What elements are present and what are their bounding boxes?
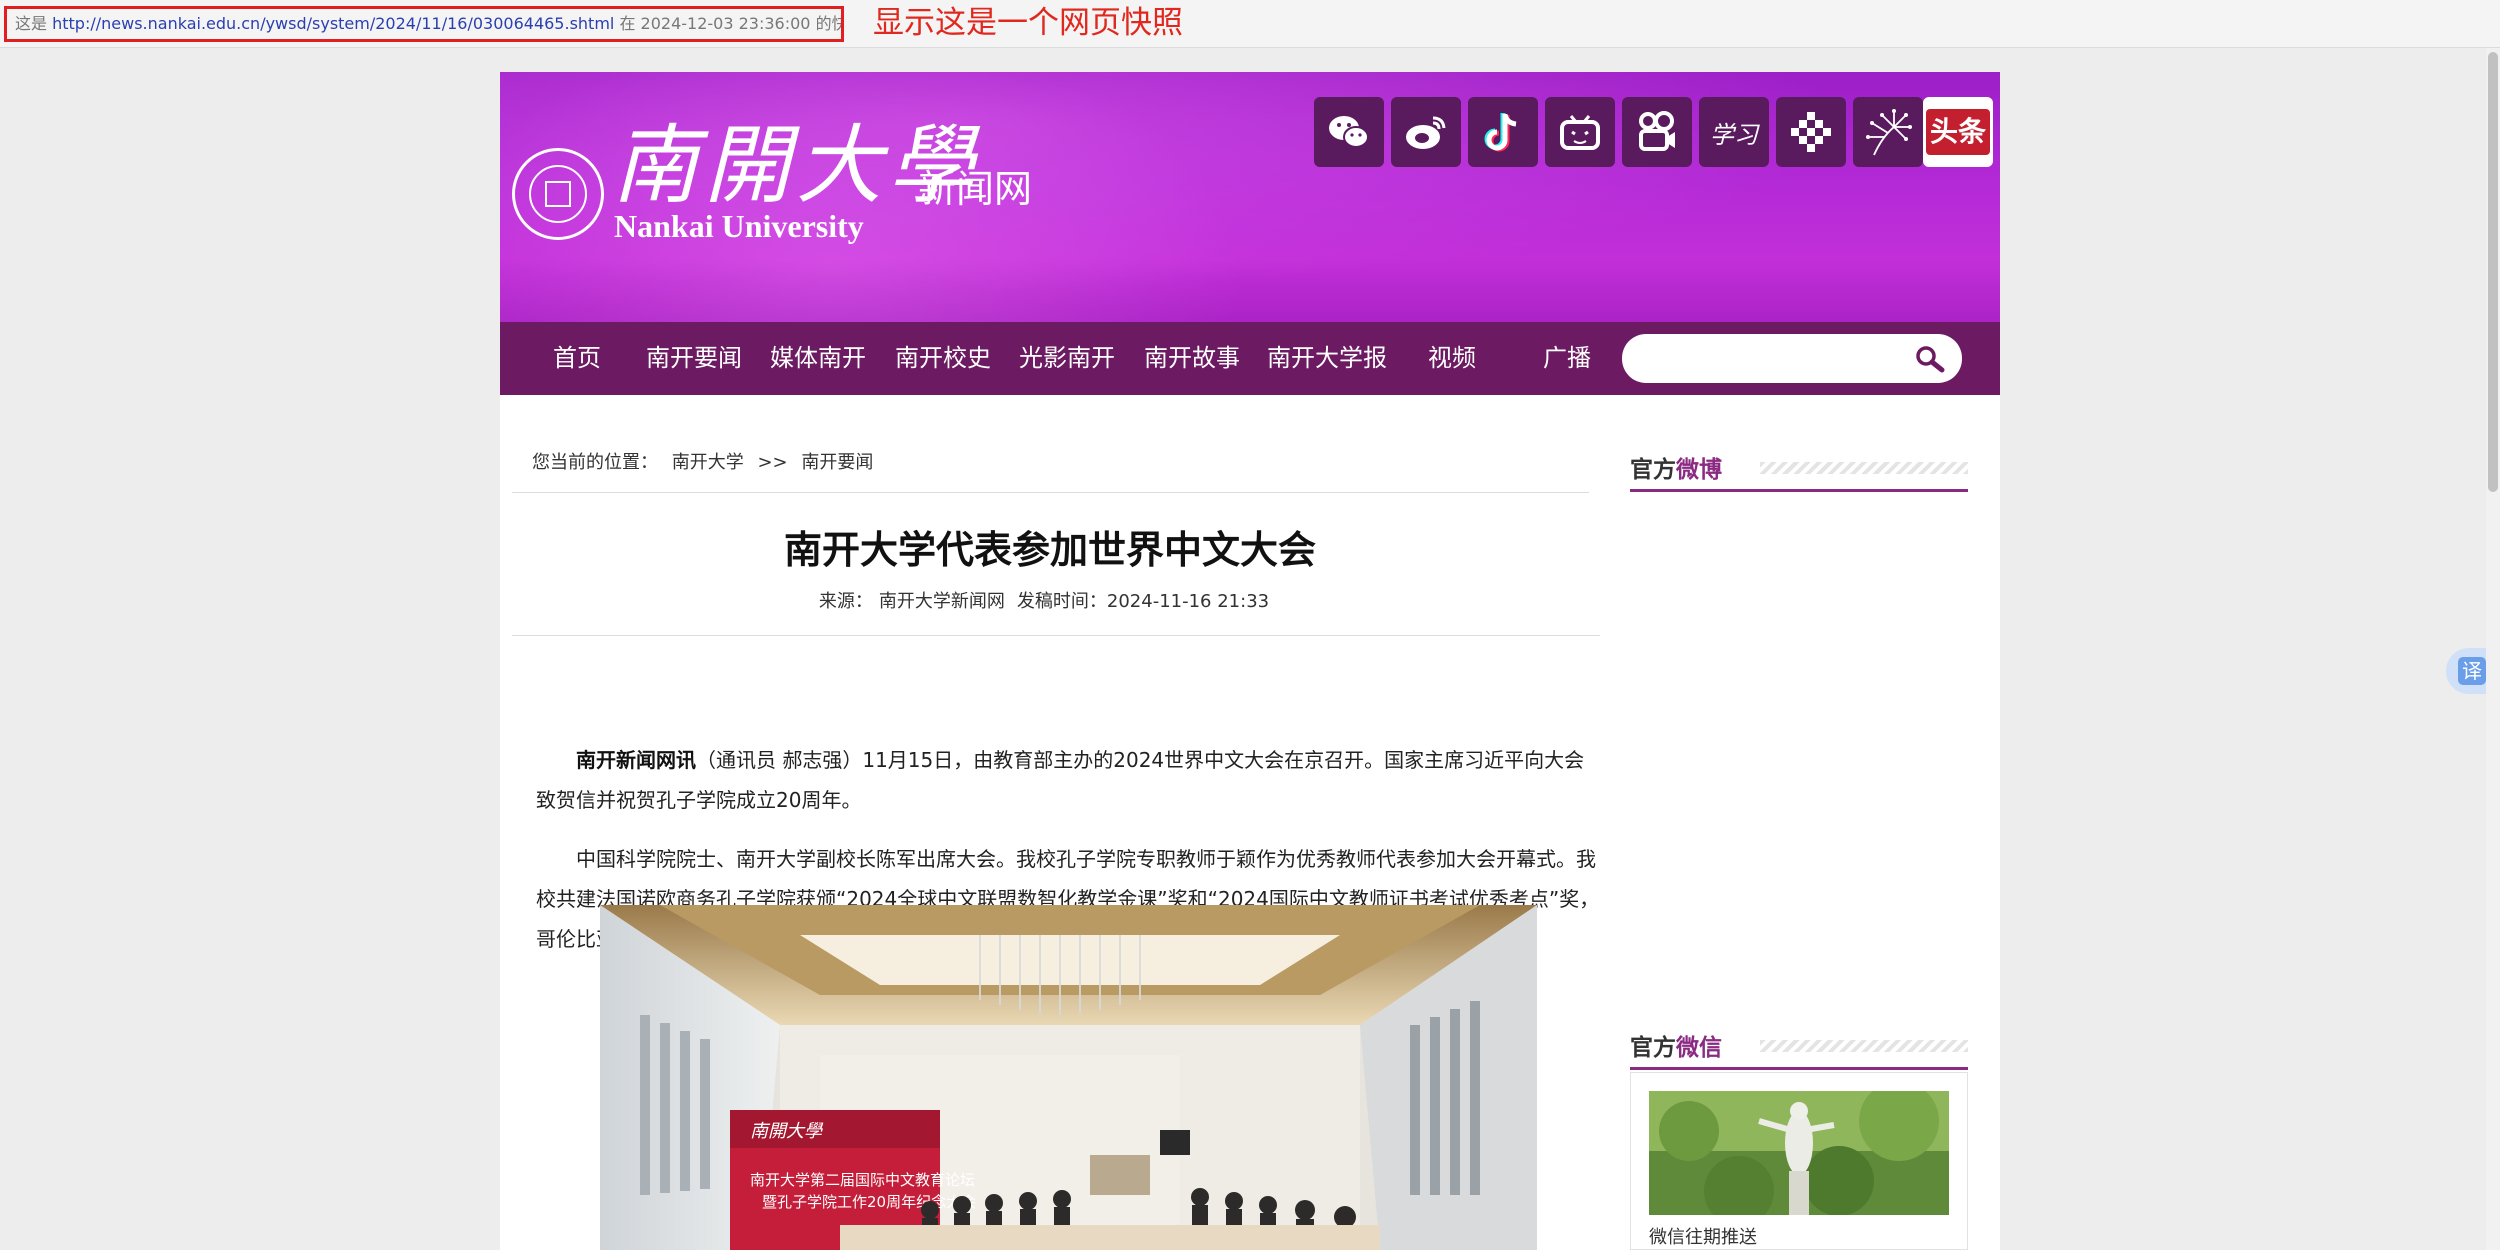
bilibili-icon[interactable] (1545, 97, 1615, 167)
kuaishou-icon[interactable] (1622, 97, 1692, 167)
page-container: 南開大學 Nankai University 新闻网 学习 头条 首页 南开要闻… (500, 72, 2000, 1250)
breadcrumb-item-news[interactable]: 南开要闻 (801, 452, 873, 473)
nav-item-newspaper[interactable]: 南开大学报 (1267, 322, 1387, 395)
logo-english-name[interactable]: Nankai University (614, 206, 864, 246)
snapshot-url-link[interactable]: http://news.nankai.edu.cn/ywsd/system/20… (52, 14, 614, 33)
snapshot-suffix: 的快照 (815, 14, 841, 33)
nav-item-media[interactable]: 媒体南开 (770, 322, 866, 395)
divider (512, 492, 1589, 493)
search-icon[interactable] (1914, 344, 1946, 376)
photo-banner-line1: 南开大学第二届国际中文教育论坛 (750, 1171, 975, 1189)
article-paragraph-1: 南开新闻网讯（通讯员 郝志强）11月15日，由教育部主办的2024世界中文大会在… (536, 740, 1602, 820)
wechat-thumbnail[interactable] (1649, 1091, 1949, 1215)
article-title: 南开大学代表参加世界中文大会 (783, 528, 1316, 572)
nav-item-home[interactable]: 首页 (553, 322, 601, 395)
dandelion-icon[interactable] (1853, 97, 1923, 167)
date-label: 发稿时间： (1016, 591, 1107, 612)
nav-item-radio[interactable]: 广播 (1543, 322, 1591, 395)
photo-banner-line2: 暨孔子学院工作20周年纪念大会 (762, 1193, 976, 1211)
search-input[interactable] (1642, 342, 1906, 376)
toutiao-icon[interactable]: 头条 (1923, 97, 1993, 167)
scrollbar-thumb[interactable] (2488, 52, 2498, 492)
wechat-section-header: 官方微信 (1630, 1020, 1968, 1070)
wechat-title-b: 微信 (1676, 1035, 1722, 1061)
wechat-section-title: 官方微信 (1630, 1028, 1722, 1062)
paragraph-lead: 南开新闻网讯 (576, 748, 696, 772)
snapshot-prefix: 这是 (15, 14, 48, 33)
source-label: 来源： (818, 591, 873, 612)
wechat-card[interactable]: 微信往期推送 (1630, 1072, 1968, 1250)
dots-app-icon[interactable] (1776, 97, 1846, 167)
weibo-title-a: 官方 (1630, 457, 1676, 483)
weibo-title-b: 微博 (1676, 457, 1722, 483)
xuexi-label: 学习 (1710, 120, 1758, 149)
divider (512, 635, 1600, 636)
article-date: 2024-11-16 21:33 (1106, 591, 1270, 612)
wechat-caption[interactable]: 微信往期推送 (1649, 1223, 1757, 1249)
nav-item-stories[interactable]: 南开故事 (1144, 322, 1240, 395)
university-seal-logo[interactable] (512, 148, 604, 240)
snapshot-info: 这是 http://news.nankai.edu.cn/ywsd/system… (4, 6, 844, 42)
article-photo: 南開大學 南开大学第二届国际中文教育论坛 暨孔子学院工作20周年纪念大会 (600, 905, 1537, 1250)
nav-item-photos[interactable]: 光影南开 (1019, 322, 1115, 395)
douyin-icon[interactable] (1468, 97, 1538, 167)
nav-item-history[interactable]: 南开校史 (895, 322, 991, 395)
breadcrumb-item-home[interactable]: 南开大学 (672, 452, 744, 473)
weibo-icon[interactable] (1391, 97, 1461, 167)
article-meta: 来源： 南开大学新闻网 发稿时间：2024-11-16 21:33 (500, 587, 1600, 617)
snapshot-note: 显示这是一个网页快照 (873, 5, 1183, 41)
header-banner: 南開大學 Nankai University 新闻网 学习 头条 (500, 72, 2000, 322)
weibo-section-header: 官方微博 (1630, 442, 1968, 492)
snapshot-mid: 在 (619, 14, 636, 33)
snapshot-time: 2024-12-03 23:36:00 (640, 14, 811, 33)
site-name: 新闻网 (918, 167, 1033, 211)
seal-core (545, 181, 571, 207)
wechat-icon[interactable] (1314, 97, 1384, 167)
nav-item-nankai-news[interactable]: 南开要闻 (646, 322, 742, 395)
breadcrumb: 您当前的位置： 南开大学 >> 南开要闻 (532, 448, 873, 478)
hatch-decoration (1760, 462, 1968, 474)
photo-banner-school: 南開大學 (750, 1121, 824, 1142)
breadcrumb-sep: >> (757, 452, 788, 473)
breadcrumb-label: 您当前的位置： (532, 452, 658, 473)
snapshot-bar: 这是 http://news.nankai.edu.cn/ywsd/system… (0, 0, 2500, 48)
translate-icon: 译 (2458, 657, 2486, 685)
xuexi-icon[interactable]: 学习 (1699, 97, 1769, 167)
nav-item-video[interactable]: 视频 (1428, 322, 1476, 395)
hatch-decoration (1760, 1040, 1968, 1052)
toutiao-label: 头条 (1925, 109, 1990, 155)
weibo-section-title: 官方微博 (1630, 450, 1722, 484)
article-source: 南开大学新闻网 (878, 591, 1005, 612)
search-box (1622, 334, 1962, 383)
wechat-title-a: 官方 (1630, 1035, 1676, 1061)
